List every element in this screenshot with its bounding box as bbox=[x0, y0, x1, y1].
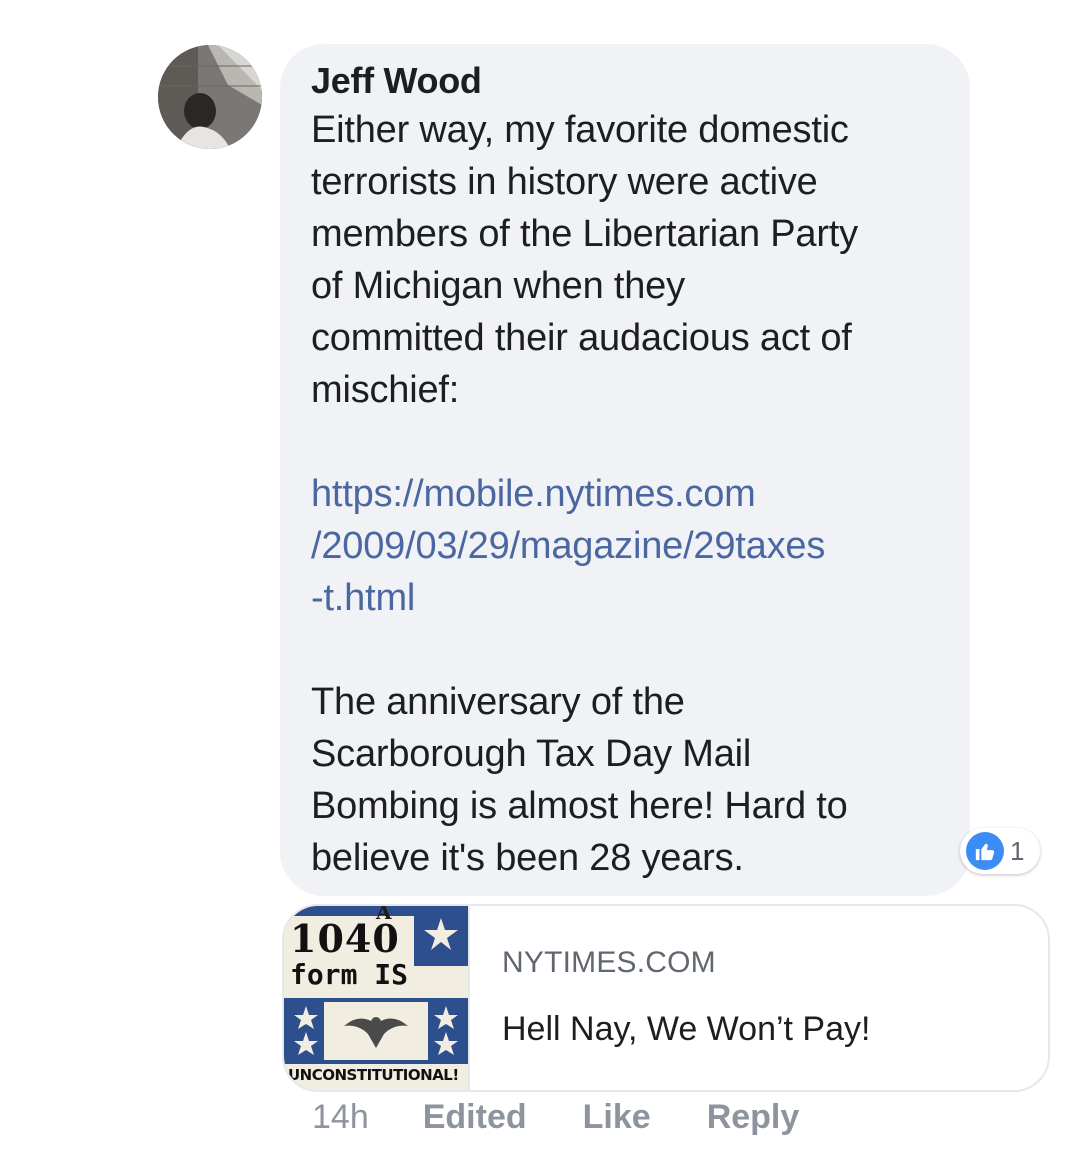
comment-text-paragraph-2: The anniversary of the Scarborough Tax D… bbox=[311, 681, 848, 879]
link-preview-thumbnail: A 1040 form IS UNCONSTITUTIONAL! bbox=[284, 906, 470, 1090]
like-button[interactable]: Like bbox=[583, 1098, 651, 1137]
comment-author[interactable]: Jeff Wood bbox=[311, 60, 482, 102]
thumbnail-line-2: form IS bbox=[290, 958, 409, 991]
comment-thread: Jeff Wood Either way, my favorite domest… bbox=[0, 0, 1080, 1166]
thumbnail-line-3: UNCONSTITUTIONAL! bbox=[288, 1066, 459, 1084]
comment-text-paragraph-1: Either way, my favorite domestic terrori… bbox=[311, 109, 858, 411]
comment-action-bar: 14h Edited Like Reply bbox=[312, 1098, 855, 1137]
link-preview-card[interactable]: A 1040 form IS UNCONSTITUTIONAL! NYTIMES… bbox=[282, 904, 1050, 1092]
link-preview-domain: NYTIMES.COM bbox=[502, 946, 716, 979]
avatar[interactable] bbox=[158, 45, 262, 149]
edited-label[interactable]: Edited bbox=[423, 1098, 527, 1137]
thumbnail-line-1: 1040 bbox=[290, 916, 400, 961]
reaction-count: 1 bbox=[1010, 835, 1025, 866]
reply-button[interactable]: Reply bbox=[707, 1098, 800, 1137]
reaction-count-pill[interactable]: 1 bbox=[960, 828, 1040, 874]
comment-timestamp[interactable]: 14h bbox=[312, 1098, 369, 1137]
comment-link[interactable]: https://mobile.nytimes.com /2009/03/29/m… bbox=[311, 468, 951, 624]
avatar-photo bbox=[158, 45, 262, 149]
like-icon bbox=[966, 832, 1004, 870]
link-preview-title: Hell Nay, We Won’t Pay! bbox=[502, 1010, 871, 1048]
